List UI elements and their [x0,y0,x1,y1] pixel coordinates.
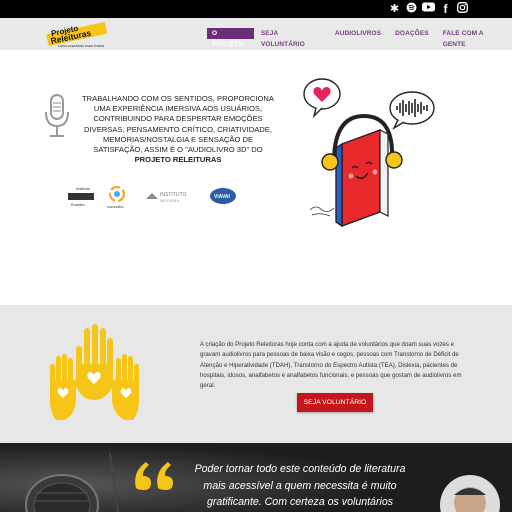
youtube-icon[interactable] [420,2,437,16]
facebook-icon[interactable]: f [437,2,454,16]
partner-4-name: VIAVAI [214,194,231,200]
partner-3-line2: NEXXERA [160,198,179,203]
book-mascot-illustration [300,72,440,232]
hero-text-plain: TRABALHANDO COM OS SENTIDOS, PROPORCIONA… [82,94,274,155]
volunteer-description: A criação do Projeto Releituras hoje con… [200,341,462,390]
partner-1-line2: Ruanteo [71,203,85,207]
partner-3-mark [146,193,158,199]
nav-audiolivros[interactable]: AUDIOLIVROS [328,28,388,39]
nav-fale-com-a-gente[interactable]: FALE COM A GENTE [436,28,512,48]
partner-1-line1: Instituto [76,186,91,191]
testimonial-quote: Poder tornar todo este conteúdo de liter… [194,463,406,508]
logo-tagline: LIVRO ACESSÍVEL PARA TODOS [58,44,104,48]
partner-1-mark [68,193,94,200]
nav-seja-voluntario[interactable]: SEJA VOLUNTÁRIO [254,28,328,48]
hero-text-bold: PROJETO RELEITURAS [134,155,222,165]
helping-hands-icon [46,320,142,431]
hero-description: TRABALHANDO COM OS SENTIDOS, PROPORCIONA… [82,94,274,165]
instagram-icon[interactable] [454,2,471,16]
site-logo[interactable]: Projeto Releituras LIVRO ACESSÍVEL PARA … [44,21,110,48]
partner-2-name: cocreation [107,205,124,209]
nav-doacoes[interactable]: DOAÇÕES [388,28,436,39]
spotify-icon[interactable] [403,2,420,16]
quote-icon [132,458,176,497]
microphone-icon [44,94,70,143]
partner-logos: Instituto Ruanteo cocreation INSTITUTO N… [66,185,246,217]
yelp-icon[interactable]: ✱ [386,2,403,16]
social-links: ✱ f [386,2,471,16]
main-nav: O PROJETO SEJA VOLUNTÁRIO AUDIOLIVROS DO… [207,28,512,48]
nav-o-projeto[interactable]: O PROJETO [207,28,254,48]
seja-voluntario-button[interactable]: SEJA VOLUNTÁRIO [297,393,373,412]
